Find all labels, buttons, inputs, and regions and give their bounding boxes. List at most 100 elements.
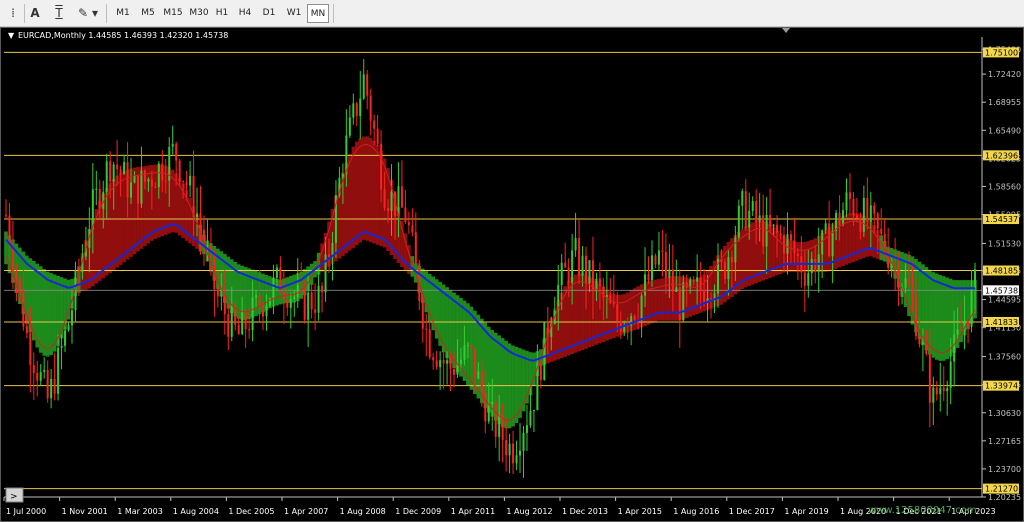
candle-body (328, 254, 330, 258)
candle-body (387, 207, 390, 211)
candle-body (70, 310, 73, 326)
candle-body (668, 269, 671, 278)
candle-body (178, 160, 181, 182)
text-tool-icon[interactable]: A (24, 4, 46, 23)
candle-body (46, 369, 49, 399)
candle-body (758, 215, 761, 222)
candle-body (748, 210, 751, 228)
level-label: 1.75100 (985, 48, 1018, 57)
candle-body (133, 175, 136, 183)
cloud-segment (153, 164, 158, 239)
text-label-icon[interactable]: T (48, 4, 70, 23)
level-label: 1.41833 (985, 318, 1018, 327)
shift-marker-icon[interactable] (782, 28, 790, 33)
candle-body (974, 269, 976, 288)
candle-body (737, 205, 740, 238)
candle-body (914, 294, 917, 337)
timeframe-m15-button[interactable]: M15 (160, 4, 186, 23)
candle-body (105, 161, 108, 192)
candle-body (612, 302, 615, 305)
level-labels: 1.75100 1.62396 1.54537 1.48185 1.41833 1.339… (983, 47, 1019, 494)
timeframe-d1-button[interactable]: D1 (259, 4, 279, 23)
price-axis-label: 1.65490 (988, 126, 1021, 135)
candle-body (366, 74, 369, 96)
date-axis-label: 1 Apr 2019 (784, 507, 828, 516)
candle-body (116, 164, 119, 170)
cloud-segment (938, 274, 943, 361)
candle-body (341, 174, 344, 178)
candle-body (293, 297, 296, 300)
candle-body (723, 261, 726, 279)
price-axis-label: 1.27165 (988, 437, 1021, 446)
candle-body (678, 287, 681, 321)
price-axis-label: 1.68955 (988, 98, 1021, 107)
timeframe-w1-button[interactable]: W1 (283, 4, 305, 23)
candle-body (248, 329, 251, 331)
cloud-segment (115, 175, 119, 268)
candle-body (519, 450, 522, 456)
candle-body (244, 311, 247, 330)
toolbar-separator (333, 4, 334, 23)
timeframe-mn-button[interactable]: MN (307, 4, 329, 23)
candle-body (310, 292, 313, 310)
timeframe-m1-button[interactable]: M1 (112, 4, 134, 23)
current-price-label: 1.45738 (985, 286, 1018, 295)
candle-body (814, 258, 817, 272)
candle-body (498, 414, 501, 437)
dropdown-arrow-icon[interactable]: ▾ (88, 4, 102, 23)
cloud-segment (358, 138, 363, 243)
candle-body (296, 285, 299, 298)
timeframe-h4-button[interactable]: H4 (235, 4, 255, 23)
date-axis-label: 1 Dec 2017 (729, 507, 775, 516)
candle-body (755, 201, 758, 222)
cloud-segment (646, 281, 651, 325)
timeframe-h1-button[interactable]: H1 (212, 4, 232, 23)
candle-body (182, 181, 185, 183)
candle-body (904, 277, 907, 288)
candle-body (494, 401, 497, 437)
ichimoku-cloud (4, 136, 977, 429)
candle-body (810, 258, 813, 274)
date-axis-label: 1 Nov 2001 (62, 507, 108, 516)
scroll-button[interactable]: > (5, 487, 24, 503)
cloud-segment (504, 340, 508, 429)
level-label: 1.33974 (985, 382, 1018, 391)
timeframe-m30-button[interactable]: M30 (186, 4, 212, 23)
candle-body (647, 274, 650, 280)
candle-body (859, 218, 862, 232)
candle-body (275, 267, 278, 278)
candle-body (532, 410, 535, 412)
candle-body (446, 360, 449, 364)
candle-body (956, 329, 959, 335)
candle-body (505, 440, 508, 456)
candle-body (359, 98, 362, 117)
cloud-segment (52, 274, 57, 352)
candle-body (414, 232, 417, 264)
candle-body (352, 103, 355, 118)
candle-body (362, 74, 365, 99)
price-chart[interactable]: 1.754801.724201.689551.654901.620251.585… (0, 27, 1024, 522)
date-axis-label: 1 Dec 2009 (395, 507, 441, 516)
candle-body (91, 189, 94, 230)
price-axis-label: 1.51530 (988, 239, 1021, 248)
candle-body (921, 342, 924, 345)
candle-body (862, 198, 865, 232)
candle-body (8, 215, 11, 246)
scroll-button-label[interactable]: > (10, 492, 18, 502)
candle-body (199, 213, 202, 230)
candle-body (32, 365, 35, 373)
timeframe-m5-button[interactable]: M5 (137, 4, 159, 23)
candle-body (911, 285, 914, 295)
grid-lines-icon[interactable]: ⁞ (2, 4, 24, 23)
date-axis-label: 1 Aug 2004 (173, 507, 219, 516)
candle-body (355, 103, 358, 117)
candle-body (157, 163, 160, 188)
candle-body (50, 378, 53, 399)
candle-body (289, 299, 292, 308)
candle-body (453, 368, 456, 375)
candle-body (449, 360, 452, 369)
candle-body (223, 295, 226, 315)
candle-body (112, 164, 115, 182)
candle-body (727, 257, 730, 279)
price-axis-label: 1.37560 (988, 353, 1021, 362)
